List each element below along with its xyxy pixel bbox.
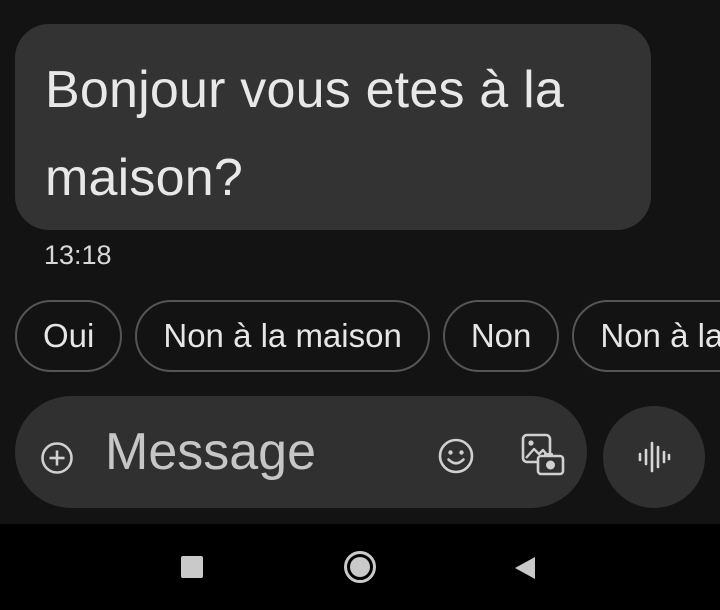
back-icon[interactable]: [514, 556, 536, 580]
message-timestamp: 13:18: [44, 240, 112, 270]
message-text: Bonjour vous etes à la maison?: [45, 61, 564, 207]
message-input[interactable]: Message: [105, 422, 316, 482]
plus-circle-icon[interactable]: [40, 441, 74, 475]
smart-reply-row: OuiNon à la maisonNonNon à la maison: [15, 300, 720, 376]
smart-reply-chip[interactable]: Non à la maison: [572, 300, 720, 372]
smart-reply-chip[interactable]: Non à la maison: [135, 300, 430, 372]
smart-reply-chip[interactable]: Non: [442, 300, 560, 372]
home-icon[interactable]: [343, 550, 377, 584]
voice-waveform-icon: [638, 441, 671, 473]
recent-apps-icon[interactable]: [181, 556, 203, 578]
gallery-camera-icon[interactable]: [520, 432, 566, 478]
messaging-screen: Bonjour vous etes à la maison? 13:18 Oui…: [0, 0, 720, 610]
smiley-icon[interactable]: [437, 437, 475, 475]
incoming-message-bubble[interactable]: Bonjour vous etes à la maison?: [15, 24, 651, 230]
system-navigation-bar: [0, 524, 720, 610]
message-composer: Message: [15, 396, 587, 508]
voice-record-button[interactable]: [603, 406, 705, 508]
smart-reply-chip[interactable]: Oui: [15, 300, 123, 372]
